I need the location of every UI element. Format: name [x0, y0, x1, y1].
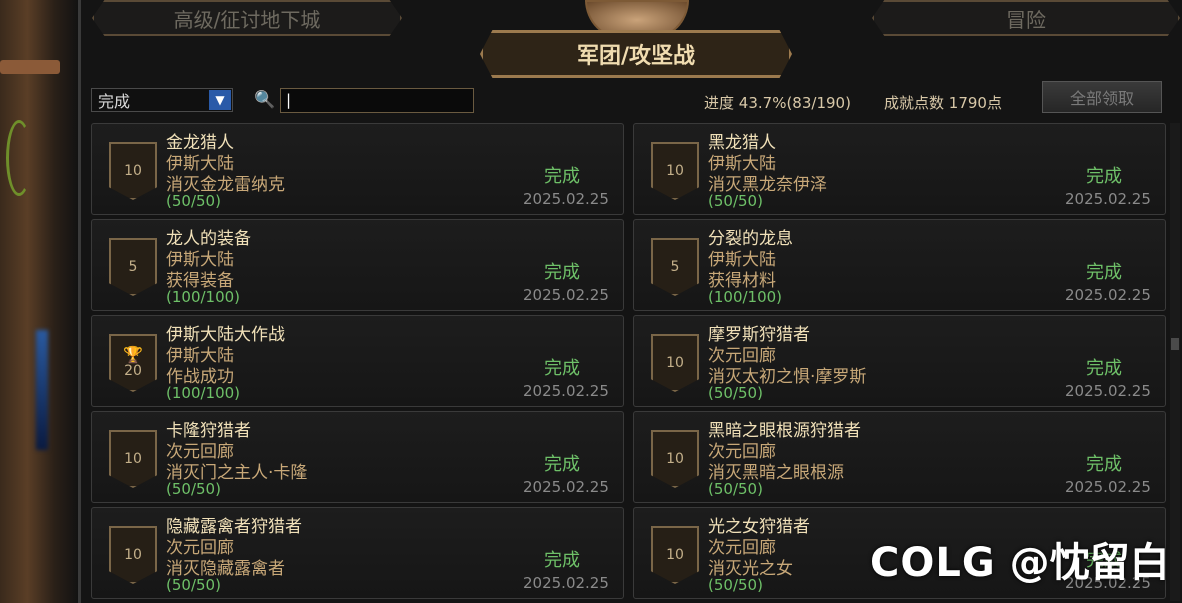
tab-advanced-dungeon[interactable]: 高级/征讨地下城: [92, 0, 402, 36]
achievement-card[interactable]: 5 分裂的龙息 伊斯大陆 获得材料 (100/100) 完成 2025.02.25: [633, 219, 1166, 311]
background-ledge: [0, 60, 60, 74]
achievement-badge: 10: [651, 430, 699, 488]
tab-legion-raid[interactable]: 军团/攻坚战: [480, 30, 792, 78]
achievement-badge: 5: [651, 238, 699, 296]
achievement-badge: 10: [651, 526, 699, 584]
achievement-count: (100/100): [708, 288, 783, 306]
badge-points: 10: [666, 547, 684, 563]
achievement-status: 完成: [544, 262, 580, 283]
badge-points: 10: [124, 163, 142, 179]
achievement-badge: 10: [109, 526, 157, 584]
achievement-status: 完成: [544, 550, 580, 571]
achievement-card[interactable]: 10 黑暗之眼根源狩猎者 次元回廊 消灭黑暗之眼根源 (50/50) 完成 2025.02.…: [633, 411, 1166, 503]
achievement-status: 完成: [544, 454, 580, 475]
achievement-card[interactable]: 10 卡隆狩猎者 次元回廊 消灭门之主人·卡隆 (50/50) 完成 2025.02.25: [91, 411, 624, 503]
progress-label: 进度: [704, 94, 735, 112]
badge-points: 20: [124, 363, 142, 379]
achievement-date: 2025.02.25: [1065, 286, 1151, 304]
achievement-date: 2025.02.25: [523, 478, 609, 496]
achievement-count: (50/50): [708, 384, 763, 402]
watermark-author: @忱留白: [1009, 540, 1170, 586]
achievement-date: 2025.02.25: [1065, 382, 1151, 400]
achievement-card[interactable]: 10 金龙猎人 伊斯大陆 消灭金龙雷纳克 (50/50) 完成 2025.02.25: [91, 123, 624, 215]
scrollbar[interactable]: [1170, 123, 1180, 601]
progress-readout: 进度 43.7%(83/190): [704, 92, 851, 113]
status-filter-select[interactable]: 完成 ▼: [91, 88, 233, 112]
achievement-status: 完成: [1086, 358, 1122, 379]
search-input[interactable]: |: [280, 88, 474, 113]
achievement-count: (50/50): [708, 576, 763, 594]
badge-points: 10: [124, 547, 142, 563]
badge-points: 10: [666, 451, 684, 467]
game-world-background: [0, 0, 78, 603]
achievement-date: 2025.02.25: [523, 382, 609, 400]
scrollbar-thumb[interactable]: [1171, 338, 1179, 350]
background-vine: [6, 120, 32, 196]
dropdown-arrow-icon[interactable]: ▼: [209, 90, 231, 110]
achievement-count: (100/100): [166, 384, 241, 402]
progress-value: 43.7%(83/190): [738, 94, 851, 112]
achievement-count: (50/50): [708, 192, 763, 210]
badge-points: 10: [666, 163, 684, 179]
search-icon[interactable]: 🔍: [254, 90, 275, 110]
achievement-count: (50/50): [708, 480, 763, 498]
tab-adventure[interactable]: 冒险: [872, 0, 1180, 36]
badge-points: 5: [128, 259, 138, 275]
achievement-date: 2025.02.25: [1065, 478, 1151, 496]
achievement-points-readout: 成就点数 1790点: [884, 92, 1002, 113]
achievement-status: 完成: [1086, 166, 1122, 187]
achievement-status: 完成: [544, 358, 580, 379]
achievement-badge: 10: [651, 142, 699, 200]
achievement-date: 2025.02.25: [523, 286, 609, 304]
achievement-badge: 5: [109, 238, 157, 296]
achievement-badge: 🏆 20: [109, 334, 157, 392]
claim-all-button[interactable]: 全部领取: [1042, 81, 1162, 113]
background-blue-glow: [36, 330, 48, 450]
achievement-status: 完成: [544, 166, 580, 187]
achievement-card[interactable]: 🏆 20 伊斯大陆大作战 伊斯大陆 作战成功 (100/100) 完成 2025.02.25: [91, 315, 624, 407]
achievement-count: (50/50): [166, 480, 221, 498]
achievement-status: 完成: [1086, 454, 1122, 475]
achievement-card[interactable]: 10 隐藏露禽者狩猎者 次元回廊 消灭隐藏露禽者 (50/50) 完成 2025.02.25: [91, 507, 624, 599]
watermark-brand: COLG: [870, 540, 996, 586]
achievement-date: 2025.02.25: [523, 190, 609, 208]
points-value: 1790点: [948, 94, 1002, 112]
trophy-icon: 🏆: [123, 345, 143, 364]
badge-points: 5: [670, 259, 680, 275]
achievement-card[interactable]: 5 龙人的装备 伊斯大陆 获得装备 (100/100) 完成 2025.02.25: [91, 219, 624, 311]
status-filter-value: 完成: [98, 92, 131, 111]
achievement-card[interactable]: 10 黑龙猎人 伊斯大陆 消灭黑龙奈伊泽 (50/50) 完成 2025.02.25: [633, 123, 1166, 215]
badge-points: 10: [124, 451, 142, 467]
achievement-date: 2025.02.25: [1065, 190, 1151, 208]
achievement-badge: 10: [651, 334, 699, 392]
badge-points: 10: [666, 355, 684, 371]
watermark: COLG @忱留白: [870, 530, 1170, 588]
achievement-count: (50/50): [166, 192, 221, 210]
achievement-badge: 10: [109, 142, 157, 200]
achievement-status: 完成: [1086, 262, 1122, 283]
achievement-date: 2025.02.25: [523, 574, 609, 592]
achievement-badge: 10: [109, 430, 157, 488]
window-frame-edge: [78, 0, 81, 603]
points-label: 成就点数: [884, 94, 945, 112]
achievement-count: (100/100): [166, 288, 241, 306]
achievement-count: (50/50): [166, 576, 221, 594]
achievement-card[interactable]: 10 摩罗斯狩猎者 次元回廊 消灭太初之惧·摩罗斯 (50/50) 完成 2025.02.2…: [633, 315, 1166, 407]
